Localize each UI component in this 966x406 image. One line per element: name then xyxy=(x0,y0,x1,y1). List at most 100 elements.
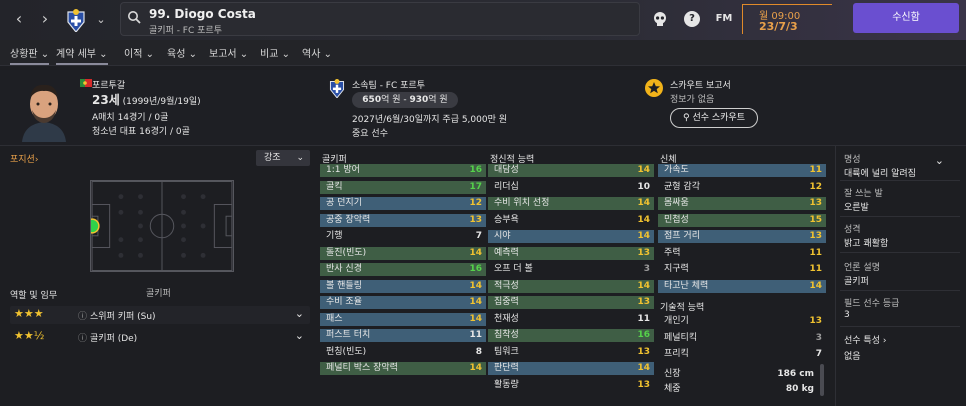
media-description-value: 골키퍼 xyxy=(844,277,869,287)
forward-icon[interactable]: › xyxy=(36,10,54,28)
position-title: 포지션 xyxy=(10,155,35,165)
attr-value: 11 xyxy=(809,264,822,274)
attr-row[interactable]: 수비 조율 14 xyxy=(320,296,486,309)
attr-row[interactable]: 페널티 박스 장악력 14 xyxy=(320,362,486,375)
search-box[interactable]: 99. Diogo Costa 골키퍼 - FC 포르투 xyxy=(120,2,640,36)
attr-row[interactable]: 골킥 17 xyxy=(320,180,486,194)
attr-row[interactable]: 돌진(빈도) 14 xyxy=(320,246,486,260)
position-link[interactable]: 포지션› xyxy=(10,152,38,165)
menu-item-development[interactable]: 육성 ⌄ xyxy=(167,45,197,60)
attr-row[interactable]: 공중 장악력 13 xyxy=(320,213,486,227)
menu-item-overview[interactable]: 상황판 ⌄ xyxy=(10,45,50,65)
attr-row[interactable]: 리더십 10 xyxy=(488,181,654,194)
scrollbar[interactable] xyxy=(820,364,824,396)
attr-label: 반사 신경 xyxy=(326,264,362,274)
attr-row[interactable]: 볼 핸들링 14 xyxy=(320,279,486,293)
club-crest-icon[interactable] xyxy=(65,8,87,32)
attr-label: 시야 xyxy=(494,231,511,241)
attr-row[interactable]: 오프 더 볼 3 xyxy=(488,263,654,276)
attr-row[interactable]: 팀워크 13 xyxy=(488,346,654,359)
menu-item-reports[interactable]: 보고서 ⌄ xyxy=(209,45,248,60)
attr-label: 판단력 xyxy=(494,363,519,373)
attr-row[interactable]: 몸싸움 13 xyxy=(658,197,826,210)
menu-item-compare[interactable]: 비교 ⌄ xyxy=(260,45,290,60)
value-range[interactable]: 650억 원 - 930억 원 xyxy=(352,92,458,108)
attr-value: 14 xyxy=(637,231,650,241)
menu-label: 상황판 xyxy=(10,49,38,60)
menu-item-history[interactable]: 역사 ⌄ xyxy=(302,45,332,60)
attr-row[interactable]: 침착성 16 xyxy=(488,329,654,342)
attr-row[interactable]: 주력 11 xyxy=(658,247,826,260)
attr-row[interactable]: 집중력 13 xyxy=(488,296,654,309)
attr-row[interactable]: 민첩성 15 xyxy=(658,213,826,227)
attr-row[interactable]: 천재성 11 xyxy=(488,313,654,326)
attr-row[interactable]: 개인기 13 xyxy=(658,315,826,328)
help-icon[interactable]: ? xyxy=(684,11,700,27)
attr-row[interactable]: 시야 14 xyxy=(488,230,654,243)
attr-value: 13 xyxy=(469,214,482,225)
chevron-down-icon[interactable]: ⌄ xyxy=(92,11,110,29)
attr-row[interactable]: 퍼스트 터치 11 xyxy=(320,329,486,342)
height-label: 신장 xyxy=(664,369,681,379)
attr-label: 침착성 xyxy=(494,330,519,340)
attr-row[interactable]: 활동량 13 xyxy=(488,379,654,392)
attr-value: 3 xyxy=(815,332,822,343)
attr-label: 1:1 방어 xyxy=(326,165,360,175)
role-row-goalkeeper[interactable]: ★★½ ⓘ 골키퍼 (De) ⌄ xyxy=(10,328,310,346)
attr-row[interactable]: 프리킥 7 xyxy=(658,348,826,361)
menu-label: 비교 xyxy=(260,49,279,60)
attr-row[interactable]: 대담성 14 xyxy=(488,164,654,177)
inbox-button[interactable]: 수신함 xyxy=(853,3,959,33)
role-row-sweeper-keeper[interactable]: ★★★ ⓘ 스위퍼 키퍼 (Su) ⌄ xyxy=(10,306,310,324)
attr-row[interactable]: 페널티킥 3 xyxy=(658,332,826,345)
attr-row[interactable]: 기행 7 xyxy=(320,230,486,243)
skull-icon[interactable] xyxy=(652,11,668,27)
attr-value: 14 xyxy=(637,280,650,291)
attr-row[interactable]: 균형 감각 12 xyxy=(658,181,826,194)
attr-row[interactable]: 지구력 11 xyxy=(658,263,826,276)
player-traits-link[interactable]: 선수 특성 › xyxy=(844,333,886,346)
age-value: 23세 xyxy=(92,93,120,107)
attr-row[interactable]: 판단력 14 xyxy=(488,362,654,375)
menu-item-transfer[interactable]: 이적 ⌄ xyxy=(124,45,154,60)
chevron-down-icon: ⌄ xyxy=(99,49,108,60)
date-display[interactable]: 월 09:00 23/7/3 xyxy=(742,4,832,34)
attr-label: 골킥 xyxy=(326,181,343,192)
attr-label: 볼 핸들링 xyxy=(326,280,362,291)
attr-value: 11 xyxy=(637,313,650,324)
attr-row[interactable]: 수비 위치 선정 14 xyxy=(488,197,654,210)
scout-player-button[interactable]: ⚲ 선수 스카우트 xyxy=(670,108,758,128)
fm-logo[interactable]: FM xyxy=(714,11,734,27)
attr-row[interactable]: 반사 신경 16 xyxy=(320,263,486,276)
value-unit: 억 원 xyxy=(428,95,448,105)
attr-row[interactable]: 타고난 체력 14 xyxy=(658,279,826,293)
attr-row[interactable]: 예측력 13 xyxy=(488,246,654,260)
attr-row[interactable]: 패스 14 xyxy=(320,312,486,326)
attr-row[interactable]: 1:1 방어 16 xyxy=(320,164,486,177)
menu-item-contract[interactable]: 계약 세부 ⌄ xyxy=(56,45,108,65)
attr-row[interactable]: 점프 거리 13 xyxy=(658,230,826,243)
youth-caps: 청소년 대표 16경기 / 0골 xyxy=(92,127,190,137)
attr-row[interactable]: 적극성 14 xyxy=(488,279,654,293)
nation-label: 포르투갈 xyxy=(92,81,126,91)
player-subtitle: 골키퍼 - FC 포르투 xyxy=(149,26,222,36)
club-label: 소속팀 - FC 포르투 xyxy=(352,81,425,91)
attr-label: 민첩성 xyxy=(664,214,689,225)
attr-value: 13 xyxy=(637,297,650,307)
attr-value: 14 xyxy=(637,214,650,225)
chevron-down-icon[interactable]: ⌄ xyxy=(935,154,944,167)
attr-value: 16 xyxy=(469,264,482,274)
menu-label: 계약 세부 xyxy=(56,49,96,60)
emphasis-dropdown[interactable]: 강조 ⌄ xyxy=(256,150,310,166)
reputation-title: 명성 xyxy=(844,155,861,165)
attr-row[interactable]: 승부욕 14 xyxy=(488,214,654,227)
attr-value: 11 xyxy=(809,165,822,175)
attr-label: 예측력 xyxy=(494,247,519,258)
preferred-foot-value: 오른발 xyxy=(844,203,869,213)
attr-value: 8 xyxy=(475,346,482,357)
back-icon[interactable]: ‹ xyxy=(10,10,28,28)
attr-row[interactable]: 펀칭(빈도) 8 xyxy=(320,346,486,359)
attr-value: 16 xyxy=(637,330,650,340)
attr-row[interactable]: 가속도 11 xyxy=(658,164,826,177)
attr-row[interactable]: 공 던지기 12 xyxy=(320,197,486,210)
